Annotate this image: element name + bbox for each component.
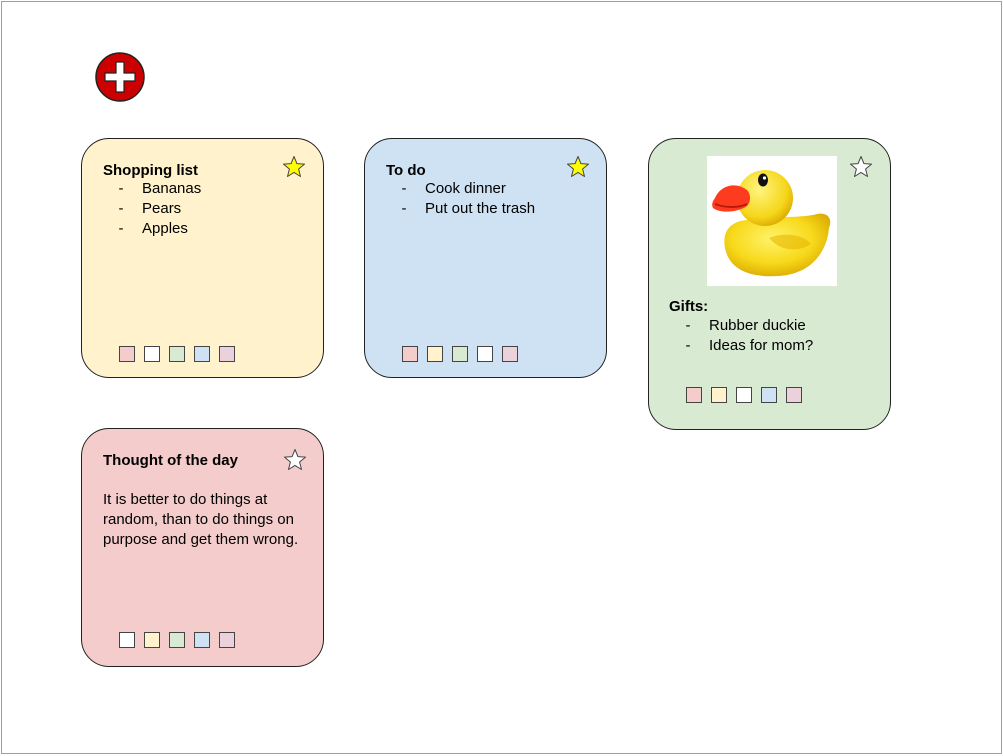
- color-swatch-5[interactable]: [502, 346, 518, 362]
- color-swatch-2[interactable]: [427, 346, 443, 362]
- color-swatch-5[interactable]: [786, 387, 802, 403]
- color-swatch-2[interactable]: [711, 387, 727, 403]
- plus-circle-icon: [95, 52, 145, 102]
- list-item: - Ideas for mom?: [683, 336, 814, 356]
- color-swatch-1[interactable]: [119, 346, 135, 362]
- list-item: - Put out the trash: [399, 199, 536, 219]
- list-bullet: -: [118, 220, 124, 237]
- note-list: - Bananas - Pears - Apples: [116, 179, 202, 239]
- color-swatch-1[interactable]: [119, 632, 135, 648]
- note-title: Thought of the day: [103, 452, 238, 469]
- star-icon[interactable]: [282, 155, 306, 179]
- list-bullet: -: [401, 200, 407, 217]
- rubber-duck-icon: [712, 170, 831, 277]
- note-title: Shopping list: [103, 162, 198, 179]
- note-card-gifts[interactable]: Gifts: - Rubber duckie - Ideas for mom?: [648, 138, 891, 430]
- note-title: Gifts:: [669, 298, 709, 315]
- rubber-duck-image: [707, 156, 837, 286]
- list-item: - Pears: [116, 199, 201, 219]
- list-bullet: -: [685, 337, 691, 354]
- list-item: - Rubber duckie: [683, 316, 813, 336]
- list-item: - Apples: [116, 219, 201, 239]
- list-bullet: -: [118, 200, 124, 217]
- color-swatches: [686, 387, 802, 403]
- list-bullet: -: [118, 180, 124, 197]
- star-icon[interactable]: [566, 155, 590, 179]
- star-icon[interactable]: [849, 155, 873, 179]
- color-swatch-4[interactable]: [477, 346, 493, 362]
- add-note-button[interactable]: [94, 51, 146, 103]
- color-swatch-2[interactable]: [144, 346, 160, 362]
- note-list: - Rubber duckie - Ideas for mom?: [683, 316, 814, 356]
- color-swatch-3[interactable]: [736, 387, 752, 403]
- color-swatch-4[interactable]: [194, 346, 210, 362]
- note-card-to-do[interactable]: To do - Cook dinner - Put out the trash: [364, 138, 607, 378]
- note-card-shopping-list[interactable]: Shopping list - Bananas - Pears - Apples: [81, 138, 324, 378]
- color-swatch-3[interactable]: [452, 346, 468, 362]
- list-item: - Cook dinner: [399, 179, 535, 199]
- color-swatch-1[interactable]: [402, 346, 418, 362]
- star-icon[interactable]: [283, 448, 307, 472]
- color-swatches: [119, 346, 235, 362]
- note-body: It is better to do things at random, tha…: [103, 491, 299, 548]
- color-swatch-2[interactable]: [144, 632, 160, 648]
- color-swatch-5[interactable]: [219, 632, 235, 648]
- color-swatches: [402, 346, 518, 362]
- color-swatch-3[interactable]: [169, 346, 185, 362]
- color-swatch-4[interactable]: [194, 632, 210, 648]
- color-swatch-5[interactable]: [219, 346, 235, 362]
- note-title: To do: [386, 162, 426, 179]
- list-bullet: -: [401, 180, 407, 197]
- app-canvas: Shopping list - Bananas - Pears - Apples To…: [1, 1, 1002, 754]
- color-swatch-4[interactable]: [761, 387, 777, 403]
- note-list: - Cook dinner - Put out the trash: [399, 179, 536, 219]
- note-card-thought-of-the-day[interactable]: Thought of the day It is better to do th…: [81, 428, 324, 667]
- list-item: - Bananas: [116, 179, 202, 199]
- color-swatch-1[interactable]: [686, 387, 702, 403]
- list-bullet: -: [685, 317, 691, 334]
- color-swatches: [119, 632, 235, 648]
- color-swatch-3[interactable]: [169, 632, 185, 648]
